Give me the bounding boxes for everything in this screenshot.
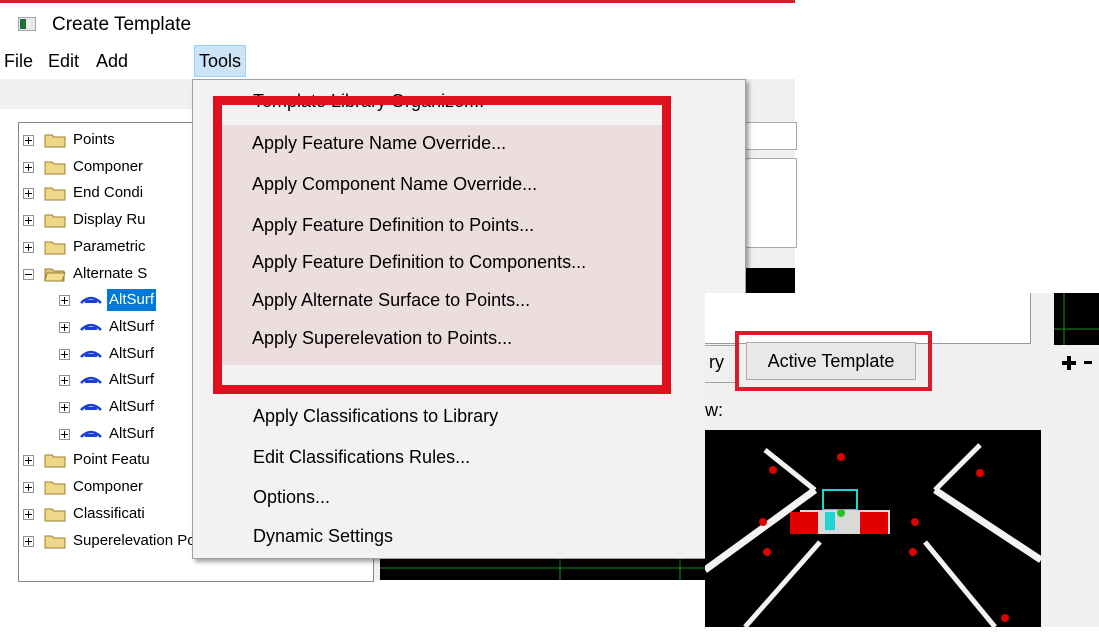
folder-icon xyxy=(44,454,66,468)
expand-icon[interactable] xyxy=(23,241,34,253)
expand-icon[interactable] xyxy=(23,535,34,547)
expand-icon[interactable] xyxy=(59,428,70,440)
inset-grid-line xyxy=(1054,293,1099,345)
template-preview-canvas[interactable] xyxy=(702,430,1043,629)
folder-icon xyxy=(44,134,66,148)
expand-icon[interactable] xyxy=(23,161,34,173)
menu-file[interactable]: File xyxy=(0,47,37,75)
tree-item-label: Alternate S xyxy=(73,264,148,282)
alternate-surface-icon xyxy=(80,350,102,358)
expand-icon[interactable] xyxy=(23,508,34,520)
menu-item-apply-classifications[interactable]: Apply Classifications to Library xyxy=(253,404,498,428)
window-title: Create Template xyxy=(52,14,192,35)
menu-item-apply-feature-name-override[interactable]: Apply Feature Name Override... xyxy=(252,131,506,155)
expand-icon[interactable] xyxy=(23,215,34,227)
tree-item-label: Display Ru xyxy=(73,211,146,229)
expand-icon[interactable] xyxy=(59,295,70,307)
expand-icon[interactable] xyxy=(59,321,70,333)
menu-item-apply-alternate-surface-points[interactable]: Apply Alternate Surface to Points... xyxy=(252,288,530,312)
folder-icon xyxy=(44,481,66,495)
tree-item-label: AltSurf xyxy=(107,289,157,312)
menu-item-options[interactable]: Options... xyxy=(253,485,330,509)
folder-icon xyxy=(44,508,66,522)
template-preview-drawing xyxy=(702,443,1043,629)
expand-icon[interactable] xyxy=(23,188,34,200)
preview-label: w: xyxy=(705,400,723,420)
app-icon xyxy=(18,17,36,31)
folder-icon xyxy=(44,187,66,201)
plus-icon[interactable] xyxy=(1062,356,1099,370)
expand-icon[interactable] xyxy=(59,402,70,413)
collapse-icon[interactable] xyxy=(23,268,34,280)
title-bar: Create Template xyxy=(0,3,795,43)
menu-item-apply-feature-definition-components[interactable]: Apply Feature Definition to Components..… xyxy=(252,250,586,274)
alternate-surface-icon xyxy=(80,377,102,385)
expand-icon[interactable] xyxy=(23,482,34,494)
folder-icon xyxy=(44,161,66,175)
tree-item-label: Componer xyxy=(73,157,144,175)
inset-view-corner xyxy=(1054,293,1099,345)
expand-icon[interactable] xyxy=(23,455,34,467)
menu-item-apply-feature-definition-points[interactable]: Apply Feature Definition to Points... xyxy=(252,213,534,237)
tree-item-label: Parametric xyxy=(73,237,146,255)
tree-item-label: Points xyxy=(73,131,115,148)
tree-item-label: Point Featu xyxy=(73,451,150,469)
tree-item-label: End Condi xyxy=(73,184,144,202)
alternate-surface-icon xyxy=(80,430,102,438)
menu-tools[interactable]: Tools xyxy=(194,45,247,77)
tree-item-label: Componer xyxy=(73,478,144,496)
alternate-surface-icon xyxy=(80,403,102,411)
folder-icon xyxy=(44,214,66,228)
tab-active-template[interactable]: Active Template xyxy=(746,342,916,380)
tree-item-label: AltSurf xyxy=(109,424,155,442)
alternate-surface-icon xyxy=(80,323,102,331)
menu-edit[interactable]: Edit xyxy=(44,47,83,75)
menu-item-edit-classifications-rules[interactable]: Edit Classifications Rules... xyxy=(253,445,470,469)
menu-bar: File Edit Add Tools xyxy=(0,43,795,79)
tree-item-label: AltSurf xyxy=(109,317,155,335)
tree-item-label: Classificati xyxy=(73,504,145,522)
menu-add[interactable]: Add xyxy=(92,47,132,75)
tree-item-label: AltSurf xyxy=(109,371,155,389)
menu-item-dynamic-settings[interactable]: Dynamic Settings xyxy=(253,524,393,548)
tab-library[interactable]: ry xyxy=(705,345,736,383)
folder-icon xyxy=(44,535,66,548)
tree-item-label: AltSurf xyxy=(109,398,155,415)
expand-icon[interactable] xyxy=(23,135,34,146)
alternate-surface-icon xyxy=(80,296,102,305)
tree-item-label: AltSurf xyxy=(109,344,155,362)
expand-icon[interactable] xyxy=(59,375,70,387)
expand-icon[interactable] xyxy=(59,348,70,360)
folder-open-icon xyxy=(44,268,66,281)
menu-item-apply-superelevation-points[interactable]: Apply Superelevation to Points... xyxy=(252,326,512,350)
folder-icon xyxy=(44,241,66,255)
menu-item-apply-component-name-override[interactable]: Apply Component Name Override... xyxy=(252,172,537,196)
tab-library-label: ry xyxy=(709,352,724,372)
